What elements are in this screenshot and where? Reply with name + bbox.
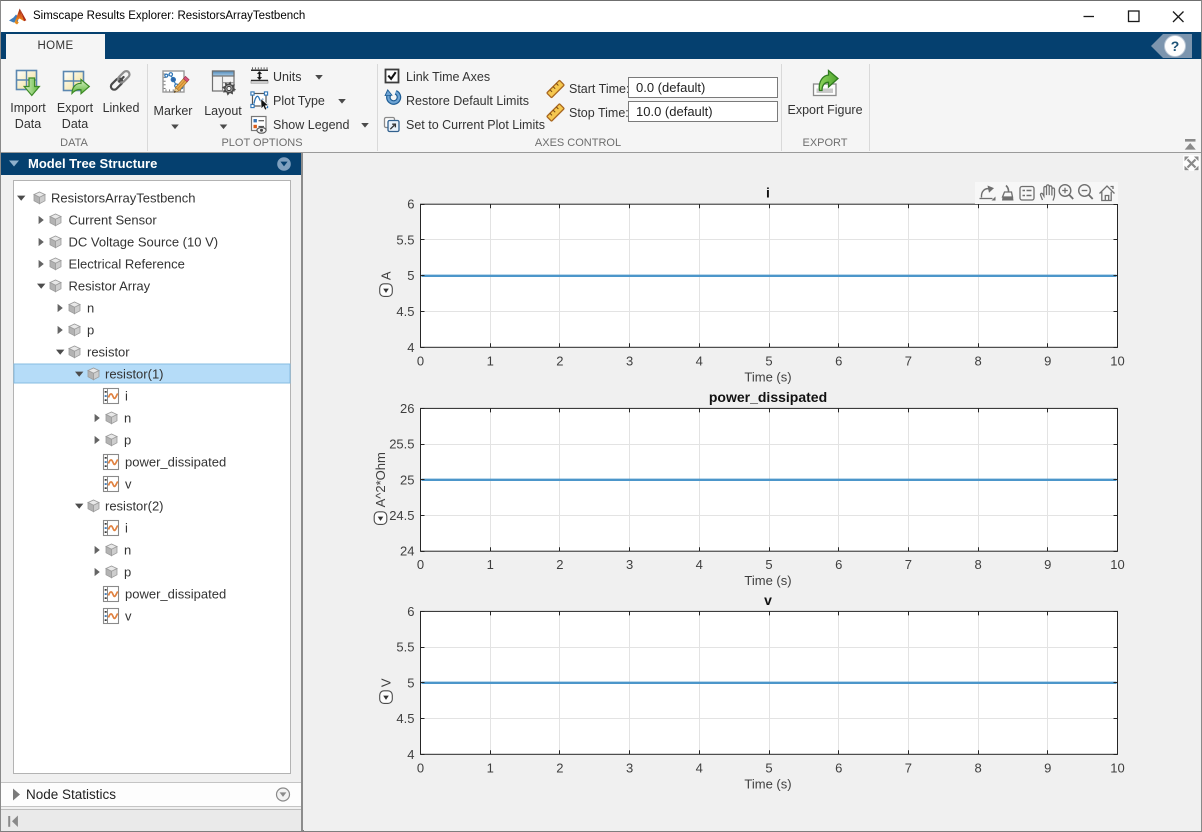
svg-text:10: 10 (1110, 353, 1124, 368)
svg-text:7: 7 (905, 557, 912, 572)
svg-text:5: 5 (407, 268, 414, 283)
svg-text:4: 4 (696, 760, 703, 775)
svg-text:4.5: 4.5 (396, 304, 414, 319)
svg-text:9: 9 (1044, 557, 1051, 572)
svg-text:Time (s): Time (s) (744, 776, 791, 791)
svg-text:4: 4 (407, 747, 414, 762)
svg-text:5: 5 (765, 760, 772, 775)
svg-text:4: 4 (407, 340, 414, 355)
svg-text:0: 0 (417, 353, 424, 368)
svg-text:3: 3 (626, 557, 633, 572)
svg-text:6: 6 (835, 353, 842, 368)
svg-text:10: 10 (1110, 557, 1124, 572)
svg-text:2: 2 (556, 760, 563, 775)
svg-text:5.5: 5.5 (396, 233, 414, 248)
svg-text:25: 25 (400, 472, 414, 487)
svg-text:4: 4 (696, 557, 703, 572)
svg-text:1: 1 (487, 760, 494, 775)
svg-text:4: 4 (696, 353, 703, 368)
svg-text:5: 5 (407, 675, 414, 690)
svg-text:5: 5 (765, 353, 772, 368)
svg-text:Time (s): Time (s) (744, 369, 791, 384)
svg-text:0: 0 (417, 760, 424, 775)
svg-text:A: A (379, 271, 394, 280)
svg-text:8: 8 (974, 760, 981, 775)
svg-text:9: 9 (1044, 760, 1051, 775)
svg-text:24: 24 (400, 544, 414, 559)
svg-text:3: 3 (626, 760, 633, 775)
svg-text:6: 6 (835, 557, 842, 572)
svg-text:A^2*Ohm: A^2*Ohm (373, 452, 388, 507)
svg-text:3: 3 (626, 353, 633, 368)
svg-text:2: 2 (556, 557, 563, 572)
svg-text:6: 6 (407, 197, 414, 212)
svg-text:v: v (764, 592, 772, 608)
svg-text:0: 0 (417, 557, 424, 572)
svg-text:6: 6 (407, 604, 414, 619)
svg-text:8: 8 (974, 557, 981, 572)
svg-text:5.5: 5.5 (396, 640, 414, 655)
svg-text:7: 7 (905, 760, 912, 775)
svg-text:8: 8 (974, 353, 981, 368)
svg-text:24.5: 24.5 (389, 508, 414, 523)
svg-text:9: 9 (1044, 353, 1051, 368)
svg-text:25.5: 25.5 (389, 437, 414, 452)
svg-text:26: 26 (400, 401, 414, 416)
svg-text:Time (s): Time (s) (744, 573, 791, 588)
svg-text:10: 10 (1110, 760, 1124, 775)
svg-text:2: 2 (556, 353, 563, 368)
svg-text:1: 1 (487, 557, 494, 572)
svg-text:4.5: 4.5 (396, 711, 414, 726)
svg-text:5: 5 (765, 557, 772, 572)
svg-text:1: 1 (487, 353, 494, 368)
svg-text:power_dissipated: power_dissipated (709, 389, 827, 405)
svg-text:7: 7 (905, 353, 912, 368)
svg-text:V: V (379, 678, 394, 687)
svg-text:6: 6 (835, 760, 842, 775)
svg-text:i: i (766, 185, 770, 201)
